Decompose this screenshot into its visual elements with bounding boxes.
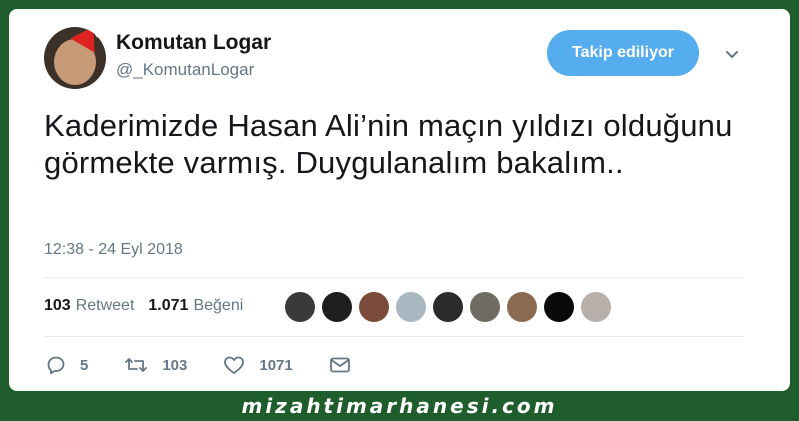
reply-count: 5 (80, 356, 89, 374)
avatar[interactable] (44, 27, 106, 89)
tweet-timestamp[interactable]: 12:38 - 24 Eyl 2018 (44, 241, 183, 259)
liker-avatar[interactable] (433, 292, 463, 322)
retweet-icon (125, 358, 148, 372)
envelope-icon (329, 357, 350, 373)
action-bar: 5 103 1071 (46, 355, 401, 375)
like-action-count: 1071 (259, 356, 293, 374)
author-name[interactable]: Komutan Logar (116, 31, 271, 55)
reply-button[interactable]: 5 (46, 355, 88, 375)
liker-avatars (285, 292, 618, 322)
santa-hat-pom (95, 29, 104, 38)
retweet-label[interactable]: Retweet (76, 297, 135, 315)
author-handle[interactable]: @_KomutanLogar (116, 60, 254, 80)
watermark: mizahtimarhanesi.com (241, 394, 558, 418)
liker-avatar[interactable] (544, 292, 574, 322)
heart-icon (224, 356, 245, 374)
retweet-action-count: 103 (162, 356, 188, 374)
like-label[interactable]: Beğeni (193, 297, 243, 315)
liker-avatar[interactable] (285, 292, 315, 322)
retweet-count[interactable]: 103 (44, 297, 71, 315)
like-count[interactable]: 1.071 (148, 297, 188, 315)
liker-avatar[interactable] (507, 292, 537, 322)
chevron-down-icon[interactable] (725, 47, 739, 61)
divider-bottom (44, 336, 744, 337)
following-button[interactable]: Takip ediliyor (547, 30, 699, 76)
liker-avatar[interactable] (581, 292, 611, 322)
liker-avatar[interactable] (396, 292, 426, 322)
liker-avatar[interactable] (359, 292, 389, 322)
reply-icon (47, 356, 65, 375)
tweet-card: Komutan Logar @_KomutanLogar Takip edili… (9, 9, 790, 391)
liker-avatar[interactable] (322, 292, 352, 322)
retweet-button[interactable]: 103 (124, 355, 187, 375)
liker-avatar[interactable] (470, 292, 500, 322)
direct-message-button[interactable] (329, 356, 365, 374)
divider-top (44, 277, 744, 278)
tweet-text: Kaderimizde Hasan Ali’nin maçın yıldızı … (44, 108, 733, 180)
engagement-stats: 103 Retweet 1.071 Beğeni (44, 297, 257, 315)
like-button[interactable]: 1071 (223, 355, 293, 375)
